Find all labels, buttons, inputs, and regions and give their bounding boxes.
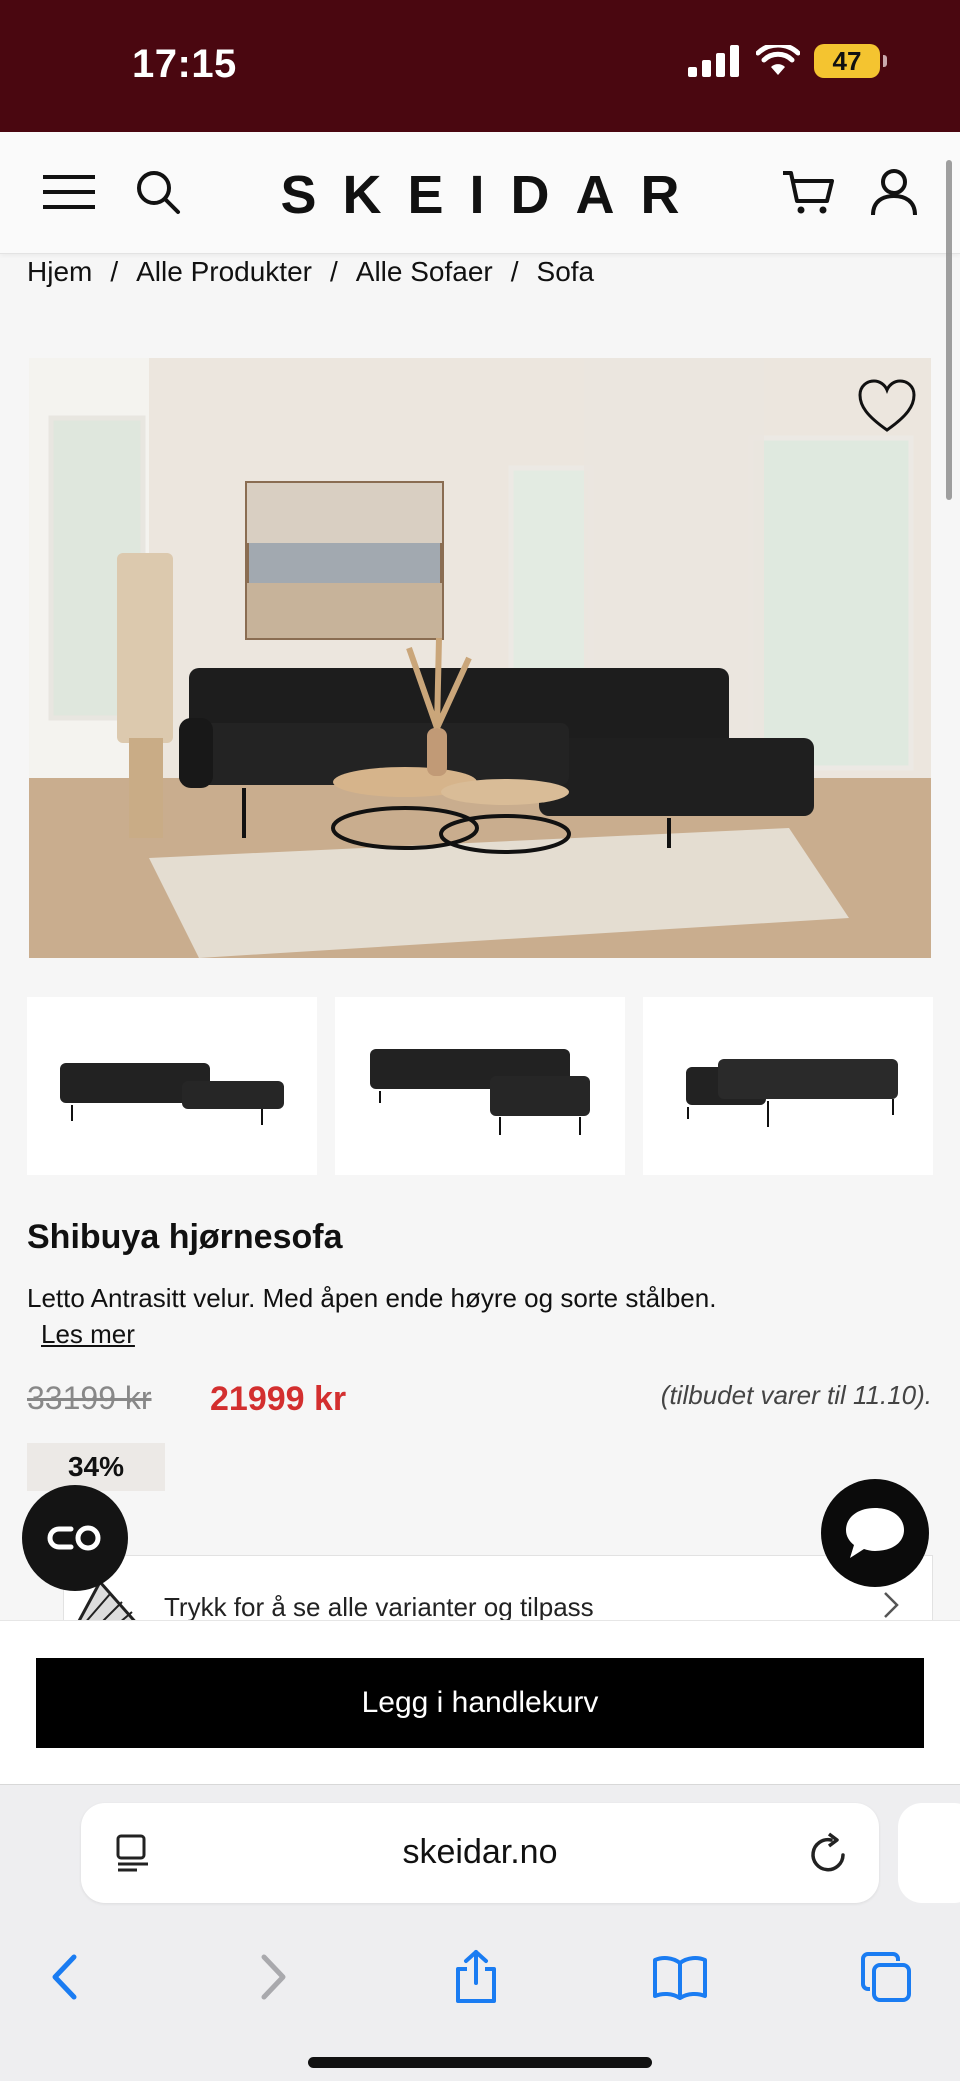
- thumbnail-1[interactable]: [27, 997, 317, 1175]
- heart-icon[interactable]: [857, 378, 917, 438]
- share-icon[interactable]: [446, 1947, 506, 2007]
- user-icon[interactable]: [864, 162, 924, 222]
- site-header: SKEIDAR: [0, 132, 960, 254]
- breadcrumb-all-products[interactable]: Alle Produkter: [136, 256, 312, 288]
- reload-icon[interactable]: [809, 1831, 849, 1875]
- back-icon[interactable]: [34, 1947, 94, 2007]
- sale-price: 21999 kr: [210, 1380, 347, 1418]
- chevron-right-icon: [884, 1592, 899, 1618]
- chat-icon[interactable]: [821, 1479, 929, 1587]
- original-price: 33199 kr: [27, 1380, 152, 1416]
- breadcrumb: Hjem / Alle Produkter / Alle Sofaer / So…: [27, 256, 595, 288]
- browser-toolbar: skeidar.no: [0, 1784, 960, 2081]
- variants-row[interactable]: Trykk for å se alle varianter og tilpass: [63, 1555, 933, 1625]
- address-bar[interactable]: skeidar.no: [81, 1803, 879, 1903]
- status-time: 17:15: [132, 42, 237, 86]
- wifi-icon: [756, 45, 800, 75]
- status-icons: 47: [688, 44, 887, 78]
- cart-icon[interactable]: [778, 162, 838, 222]
- next-tab-peek[interactable]: [898, 1803, 960, 1903]
- add-to-cart-bar: Legg i handlekurv: [0, 1620, 960, 1784]
- add-to-cart-button[interactable]: Legg i handlekurv: [36, 1658, 924, 1748]
- forward-icon[interactable]: [244, 1947, 304, 2007]
- product-description: Letto Antrasitt velur. Med åpen ende høy…: [27, 1280, 747, 1352]
- thumbnail-gallery: [27, 997, 933, 1175]
- tabs-icon[interactable]: [856, 1947, 916, 2007]
- variants-label: Trykk for å se alle varianter og tilpass: [164, 1592, 594, 1622]
- breadcrumb-sofa[interactable]: Sofa: [537, 256, 595, 288]
- co-icon[interactable]: [22, 1485, 128, 1591]
- home-indicator: [308, 2057, 652, 2068]
- battery-indicator: 47: [814, 44, 887, 78]
- product-main-image[interactable]: [29, 358, 931, 958]
- product-title: Shibuya hjørnesofa: [27, 1218, 343, 1256]
- bookmarks-icon[interactable]: [650, 1947, 710, 2007]
- product-description-text: Letto Antrasitt velur. Med åpen ende høy…: [27, 1283, 717, 1313]
- read-more-link[interactable]: Les mer: [41, 1319, 135, 1349]
- thumbnail-3[interactable]: [643, 997, 933, 1175]
- status-bar: 17:15 47: [0, 0, 960, 132]
- signal-icon: [688, 45, 739, 77]
- breadcrumb-home[interactable]: Hjem: [27, 256, 92, 288]
- breadcrumb-all-sofas[interactable]: Alle Sofaer: [356, 256, 493, 288]
- thumbnail-2[interactable]: [335, 997, 625, 1175]
- offer-note: (tilbudet varer til 11.10).: [660, 1380, 932, 1410]
- url-text: skeidar.no: [402, 1833, 558, 1871]
- discount-badge: 34%: [27, 1443, 165, 1491]
- scroll-indicator[interactable]: [946, 160, 952, 500]
- browser-tab-bar: [0, 1921, 960, 2021]
